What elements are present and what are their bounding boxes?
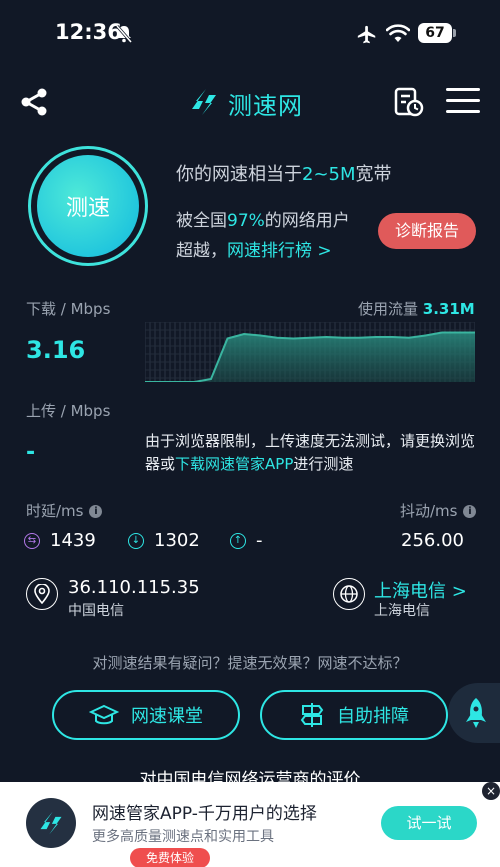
latency-label-text: 时延/ms bbox=[26, 502, 84, 520]
client-isp: 中国电信 bbox=[68, 603, 124, 619]
jitter-value: 256.00 bbox=[401, 530, 464, 551]
latency-value: 1439 bbox=[50, 530, 96, 551]
exceed-text: 超越， bbox=[176, 241, 227, 261]
latency-label: 时延/ms i bbox=[26, 500, 103, 521]
airplane-mode-icon bbox=[356, 24, 378, 46]
info-icon[interactable]: i bbox=[463, 505, 477, 518]
free-trial-badge: 免费体验 bbox=[130, 848, 210, 867]
rocket-float-button[interactable] bbox=[448, 683, 500, 743]
location-pin-icon bbox=[26, 578, 58, 610]
data-usage-value: 3.31M bbox=[422, 300, 475, 318]
app-brand-title: 测速网 bbox=[228, 92, 303, 120]
upload-latency-value: - bbox=[256, 530, 263, 551]
rocket-icon bbox=[466, 698, 486, 728]
download-label: 下载 / Mbps bbox=[26, 300, 111, 318]
speedtest-logo-icon bbox=[188, 86, 220, 118]
ranking-link[interactable]: 网速排行榜 > bbox=[227, 241, 332, 261]
speed-equivalent-text: 你的网速相当于2~5M宽带 bbox=[176, 160, 392, 186]
try-button[interactable]: 试一试 bbox=[381, 806, 477, 840]
hamburger-menu-icon[interactable] bbox=[446, 88, 480, 116]
upload-latency-metric: ↑ - bbox=[230, 530, 263, 551]
data-usage-label: 使用流量 bbox=[358, 300, 419, 318]
equivalent-suffix: 宽带 bbox=[355, 164, 392, 185]
data-usage: 使用流量 3.31M bbox=[358, 298, 475, 319]
wifi-icon bbox=[385, 24, 411, 44]
download-latency-value: 1302 bbox=[154, 530, 200, 551]
arrow-down-circle-icon: ↓ bbox=[128, 532, 144, 549]
latency-metric: ⇆ 1439 bbox=[24, 530, 96, 551]
upload-note-suffix: 进行测速 bbox=[293, 455, 354, 473]
jitter-label: 抖动/ms i bbox=[400, 500, 477, 521]
ranking-line: 超越，网速排行榜 > bbox=[176, 236, 332, 261]
arrow-up-circle-icon: ↑ bbox=[230, 532, 246, 549]
history-report-icon[interactable] bbox=[392, 86, 424, 118]
info-icon[interactable]: i bbox=[89, 505, 103, 518]
status-time: 12:36 bbox=[55, 20, 122, 44]
swap-icon: ⇆ bbox=[24, 532, 40, 549]
battery-tip bbox=[453, 29, 456, 37]
promo-subtitle: 更多高质量测速点和实用工具 bbox=[92, 829, 274, 845]
battery-indicator: 67 bbox=[418, 23, 452, 43]
equivalent-bandwidth: 2~5M bbox=[302, 164, 356, 185]
upload-label: 上传 / Mbps bbox=[26, 402, 111, 420]
graduation-cap-icon bbox=[89, 704, 119, 725]
upload-value: - bbox=[26, 440, 36, 465]
self-troubleshoot-label: 自助排障 bbox=[337, 706, 409, 727]
rank-suffix: 的网络用户 bbox=[264, 211, 350, 231]
download-value: 3.16 bbox=[26, 336, 86, 364]
upload-limit-note: 由于浏览器限制，上传速度无法测试，请更换浏览器或下载网速管家APP进行测速 bbox=[145, 430, 485, 476]
share-icon[interactable] bbox=[18, 86, 50, 118]
download-speed-chart bbox=[145, 322, 475, 382]
self-troubleshoot-button[interactable]: 自助排障 bbox=[260, 690, 448, 740]
bell-muted-icon bbox=[114, 24, 134, 44]
rank-prefix: 被全国 bbox=[176, 211, 227, 231]
speed-test-button[interactable]: 测速 bbox=[37, 155, 139, 257]
feedback-question: 对测速结果有疑问？提速无效果？网速不达标？ bbox=[92, 654, 408, 672]
jitter-label-text: 抖动/ms bbox=[400, 502, 458, 520]
equivalent-prefix: 你的网速相当于 bbox=[176, 164, 302, 185]
promo-title: 网速管家APP-千万用户的选择 bbox=[92, 804, 317, 824]
ip-address: 36.110.115.35 bbox=[68, 577, 200, 598]
speed-test-ring[interactable]: 测速 bbox=[28, 146, 148, 266]
server-isp: 上海电信 bbox=[374, 603, 430, 619]
download-latency-metric: ↓ 1302 bbox=[128, 530, 200, 551]
rank-percent: 97% bbox=[227, 211, 265, 231]
rank-percent-text: 被全国97%的网络用户 bbox=[176, 206, 350, 231]
signpost-icon bbox=[300, 703, 324, 727]
speed-course-button[interactable]: 网速课堂 bbox=[52, 690, 240, 740]
diagnosis-report-button[interactable]: 诊断报告 bbox=[378, 213, 476, 249]
app-logo-icon bbox=[26, 798, 76, 848]
globe-icon bbox=[333, 578, 365, 610]
download-app-link[interactable]: 下载网速管家APP bbox=[175, 455, 293, 473]
close-icon[interactable]: × bbox=[482, 782, 500, 800]
speed-course-label: 网速课堂 bbox=[131, 706, 203, 727]
